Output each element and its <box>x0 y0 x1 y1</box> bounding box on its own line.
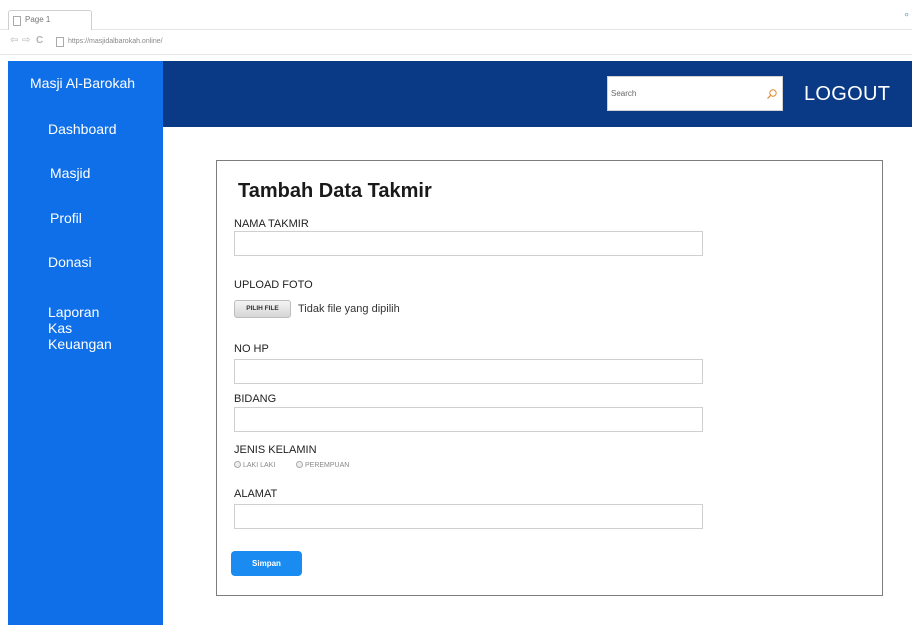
search-icon[interactable] <box>766 88 778 100</box>
page-icon <box>56 37 64 47</box>
search-box <box>607 76 783 111</box>
radio-laki-laki[interactable]: LAKI LAKI <box>234 461 275 469</box>
browser-tab[interactable]: Page 1 <box>8 10 92 30</box>
page-icon <box>13 16 21 26</box>
alamat-field[interactable] <box>234 504 703 529</box>
sidebar-item-dashboard[interactable]: Dashboard <box>48 121 117 138</box>
radio-perempuan[interactable]: PEREMPUAN <box>296 461 349 469</box>
page-title: Tambah Data Takmir <box>238 180 432 202</box>
browser-tab-bar: Page 1 ∘ <box>0 0 912 30</box>
file-status-text: Tidak file yang dipilih <box>298 303 400 315</box>
sidebar-item-profil[interactable]: Profil <box>50 210 82 227</box>
bidang-label: BIDANG <box>234 393 277 405</box>
bidang-input[interactable] <box>235 408 702 431</box>
alamat-label: ALAMAT <box>234 488 278 500</box>
sidebar-item-masjid[interactable]: Masjid <box>50 165 90 182</box>
jenis-kelamin-label: JENIS KELAMIN <box>234 444 317 456</box>
logout-button[interactable]: LOGOUT <box>804 83 890 106</box>
choose-file-button[interactable]: PILIH FILE <box>234 300 291 318</box>
no-hp-input[interactable] <box>235 360 702 383</box>
sidebar-item-laporan-kas-keuangan[interactable]: Laporan Kas Keuangan <box>48 304 112 352</box>
reload-icon[interactable]: C <box>36 35 43 46</box>
radio-circle-icon <box>234 461 241 468</box>
no-hp-field[interactable] <box>234 359 703 384</box>
radio-perempuan-label: PEREMPUAN <box>305 462 350 469</box>
nama-takmir-field[interactable] <box>234 231 703 256</box>
alamat-input[interactable] <box>235 505 702 528</box>
simpan-button[interactable]: Simpan <box>231 551 302 576</box>
browser-tab-title: Page 1 <box>25 15 51 24</box>
top-header <box>163 61 912 127</box>
address-bar: ⇦ ⇨ C https://masjidalbarokah.online/ <box>0 31 912 55</box>
radio-laki-laki-label: LAKI LAKI <box>243 462 276 469</box>
search-input[interactable] <box>608 77 758 110</box>
no-hp-label: NO HP <box>234 343 269 355</box>
upload-foto-label: UPLOAD FOTO <box>234 279 313 291</box>
url-text: https://masjidalbarokah.online/ <box>68 38 163 45</box>
app-brand: Masji Al-Barokah <box>30 75 136 91</box>
radio-circle-icon <box>296 461 303 468</box>
sidebar-item-donasi[interactable]: Donasi <box>48 254 92 271</box>
nama-takmir-label: NAMA TAKMIR <box>234 218 309 230</box>
refresh-indicator-icon: ∘ <box>903 9 910 21</box>
url-field[interactable]: https://masjidalbarokah.online/ <box>56 36 163 50</box>
nama-takmir-input[interactable] <box>235 232 702 255</box>
back-arrow-icon[interactable]: ⇦ <box>10 35 18 46</box>
forward-arrow-icon[interactable]: ⇨ <box>22 35 30 46</box>
bidang-field[interactable] <box>234 407 703 432</box>
